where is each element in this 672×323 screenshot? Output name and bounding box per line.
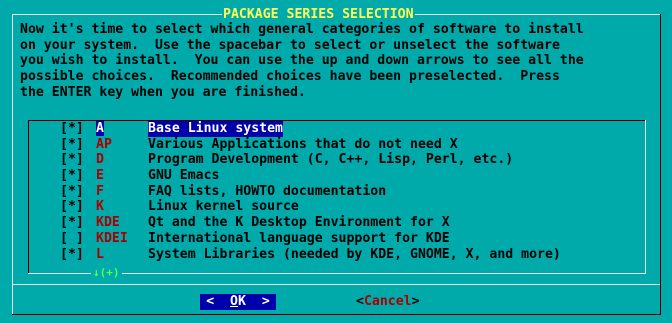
item-tag-rest: DE xyxy=(103,215,120,231)
item-checkbox[interactable]: [*] xyxy=(60,247,96,263)
cancel-button[interactable]: <Cancel> xyxy=(356,294,446,310)
package-series-item[interactable]: [*] D Program Development (C, C++, Lisp, P… xyxy=(60,152,561,168)
item-checkbox[interactable]: [*] xyxy=(60,121,96,137)
item-checkbox[interactable]: [*] xyxy=(60,152,96,168)
cancel-hotkey: C xyxy=(363,294,372,309)
item-tag: KDEI xyxy=(96,231,148,247)
package-series-item[interactable]: [*] AP Various Applications that do not ne… xyxy=(60,137,561,153)
dialog-border-right xyxy=(660,14,661,314)
cancel-left-bracket: < xyxy=(356,294,364,309)
ok-label-rest: K xyxy=(238,294,246,309)
item-description: FAQ lists, HOWTO documentation xyxy=(148,183,387,199)
ok-right-bracket: > xyxy=(261,294,270,309)
item-checkbox[interactable]: [*] xyxy=(60,137,96,153)
item-description: Base Linux system xyxy=(148,121,283,137)
item-tag-hotkey: L xyxy=(96,246,104,262)
list-border-left xyxy=(28,120,29,273)
button-separator xyxy=(12,284,660,285)
item-checkbox[interactable]: [*] xyxy=(60,215,96,231)
dialog-border-left xyxy=(12,14,13,314)
list-border-right xyxy=(645,120,646,273)
item-tag-hotkey: A xyxy=(96,121,104,136)
item-checkbox[interactable]: [*] xyxy=(60,184,96,200)
dialog-instructions: Now it's time to select which general ca… xyxy=(20,22,584,100)
scroll-more-indicator[interactable]: ↓(+) xyxy=(91,265,122,281)
item-tag-hotkey: K xyxy=(96,215,104,231)
item-description: Qt and the K Desktop Environment for X xyxy=(148,215,450,231)
item-description: GNU Emacs xyxy=(148,168,220,184)
item-tag-hotkey: K xyxy=(96,230,104,246)
package-series-item[interactable]: [*] L System Libraries (needed by KDE, GNO… xyxy=(60,247,561,263)
item-tag-hotkey: K xyxy=(96,199,104,215)
item-description: System Libraries (needed by KDE, GNOME, … xyxy=(148,246,561,262)
ok-hotkey: O xyxy=(230,294,238,309)
item-tag: F xyxy=(96,184,148,200)
item-checkbox[interactable]: [ ] xyxy=(60,231,96,247)
item-checkbox[interactable]: [*] xyxy=(60,168,96,184)
ok-left-bracket: < xyxy=(206,294,215,309)
item-tag-rest: P xyxy=(103,136,112,152)
package-series-list: [*] A Base Linux system [*] AP Various Applic… xyxy=(60,121,561,262)
package-series-item[interactable]: [*] E GNU Emacs xyxy=(60,168,561,184)
package-series-item[interactable]: [ ] KDEI International language support fo… xyxy=(60,231,561,247)
item-tag: AP xyxy=(96,137,148,153)
item-description: International language support for KDE xyxy=(148,230,450,246)
item-tag: D xyxy=(96,152,148,168)
dialog-border-bottom xyxy=(12,314,661,315)
cancel-right-bracket: > xyxy=(411,294,420,309)
item-tag: L xyxy=(96,247,148,263)
item-tag: K xyxy=(96,199,148,215)
item-tag-hotkey: E xyxy=(96,168,104,184)
item-description: Linux kernel source xyxy=(148,199,299,215)
package-series-item[interactable]: [*] KDE Qt and the K Desktop Environment f… xyxy=(60,215,561,231)
item-tag-hotkey: A xyxy=(96,136,104,152)
item-description: Program Development (C, C++, Lisp, Perl,… xyxy=(148,152,514,168)
item-checkbox[interactable]: [*] xyxy=(60,199,96,215)
ok-button[interactable]: < OK > xyxy=(200,294,276,310)
package-series-item[interactable]: [*] F FAQ lists, HOWTO documentation xyxy=(60,184,561,200)
package-series-item[interactable]: [*] A Base Linux system xyxy=(60,121,561,137)
item-description: Various Applications that do not need X xyxy=(148,136,458,152)
item-tag: A xyxy=(96,121,148,137)
item-tag-hotkey: F xyxy=(96,183,104,199)
package-series-item[interactable]: [*] K Linux kernel source xyxy=(60,199,561,215)
dialog-title: PACKAGE SERIES SELECTION xyxy=(222,7,415,23)
item-tag: KDE xyxy=(96,215,148,231)
cancel-label-rest: ancel xyxy=(371,294,412,309)
item-tag: E xyxy=(96,168,148,184)
package-series-dialog: PACKAGE SERIES SELECTION Now it's time t… xyxy=(0,0,672,323)
item-tag-hotkey: D xyxy=(96,152,104,168)
item-tag-rest: DEI xyxy=(103,230,128,246)
